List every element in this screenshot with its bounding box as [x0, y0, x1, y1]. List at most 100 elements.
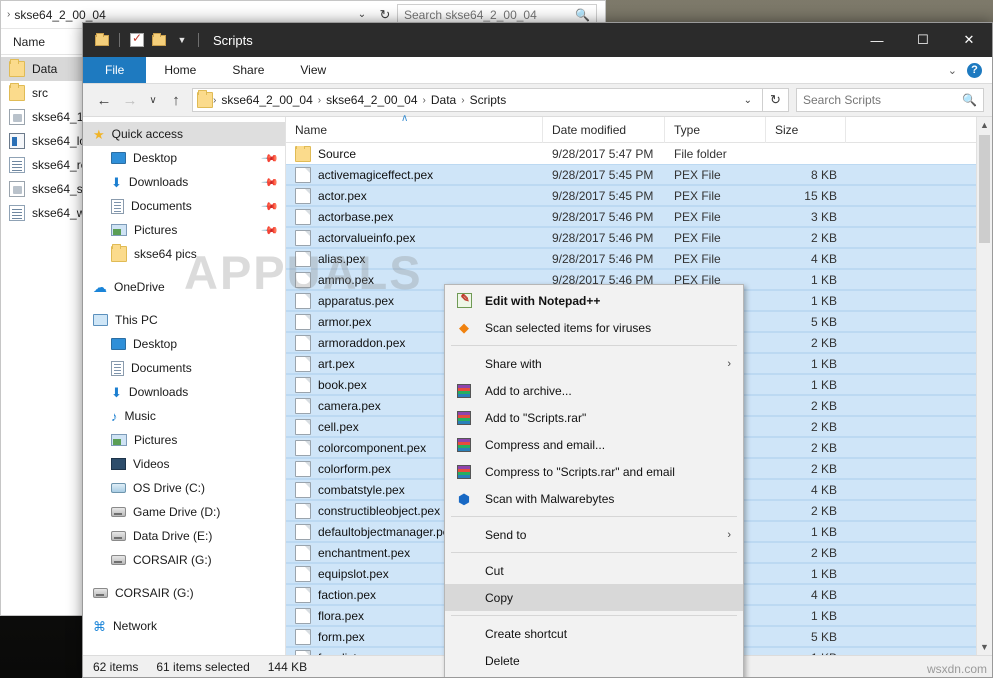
sidebar-item-music[interactable]: ♪ Music [83, 404, 285, 428]
sidebar-item-data-drive-e[interactable]: Data Drive (E:) [83, 524, 285, 548]
pin-icon[interactable]: 📌 [261, 197, 280, 215]
help-icon[interactable]: ? [967, 62, 982, 78]
new-folder-icon[interactable] [148, 29, 170, 51]
sidebar-item-pictures[interactable]: Pictures 📌 [83, 218, 285, 242]
file-name-cell[interactable]: actorvalueinfo.pex [286, 229, 543, 246]
sidebar-item-documents[interactable]: Documents 📌 [83, 194, 285, 218]
title-bar[interactable]: ▼ Scripts — ☐ ✕ [83, 23, 992, 57]
address-dropdown-icon[interactable]: ⌄ [738, 95, 758, 106]
file-name-cell[interactable]: actorbase.pex [286, 208, 543, 225]
close-button[interactable]: ✕ [946, 23, 992, 57]
sidebar-item-videos[interactable]: Videos [83, 452, 285, 476]
background-address-dropdown-icon[interactable]: ⌄ [351, 9, 373, 20]
up-button[interactable]: ↑ [163, 87, 189, 113]
sidebar-item-documents[interactable]: Documents [83, 356, 285, 380]
column-header-type[interactable]: Type [665, 116, 766, 143]
tab-view[interactable]: View [282, 57, 344, 83]
menu-item-add-to-scripts-rar[interactable]: Add to "Scripts.rar" [445, 404, 743, 431]
vertical-scrollbar[interactable]: ▲ ▼ [976, 117, 992, 655]
breadcrumb-item[interactable]: Data [431, 93, 456, 107]
sidebar-item-downloads[interactable]: ⬇ Downloads [83, 380, 285, 404]
menu-item-compress-to-scripts-rar-and-email[interactable]: Compress to "Scripts.rar" and email [445, 458, 743, 485]
sidebar-item-downloads[interactable]: ⬇ Downloads 📌 [83, 170, 285, 194]
pin-icon[interactable]: 📌 [261, 149, 280, 167]
file-name-cell[interactable]: alias.pex [286, 250, 543, 267]
context-menu[interactable]: Edit with Notepad++ ◆ Scan selected items … [444, 284, 744, 677]
sidebar-item-os-drive-c[interactable]: OS Drive (C:) [83, 476, 285, 500]
table-row[interactable]: Source 9/28/2017 5:47 PM File folder [286, 143, 976, 164]
sidebar-item-quick-access[interactable]: ★ Quick access [83, 122, 285, 146]
table-row[interactable]: actorbase.pex 9/28/2017 5:46 PM PEX File 3 … [286, 206, 976, 227]
customize-caret-icon[interactable]: ▼ [170, 29, 192, 51]
quick-access-toolbar[interactable]: ▼ [83, 29, 205, 51]
menu-item-edit-with-notepad[interactable]: Edit with Notepad++ [445, 287, 743, 314]
back-button[interactable]: ← [91, 87, 117, 113]
sidebar-item-network[interactable]: ⌘ Network [83, 614, 285, 638]
table-row[interactable]: activemagiceffect.pex 9/28/2017 5:45 PM PE… [286, 164, 976, 185]
menu-item-cut[interactable]: Cut [445, 557, 743, 584]
tab-share[interactable]: Share [214, 57, 282, 83]
sidebar-item-desktop[interactable]: Desktop 📌 [83, 146, 285, 170]
navigation-pane[interactable]: ★ Quick access Desktop 📌 ⬇ Downloads 📌 Document… [83, 117, 286, 655]
menu-item-compress-and-email[interactable]: Compress and email... [445, 431, 743, 458]
breadcrumb-item[interactable]: skse64_2_00_04 [221, 93, 312, 107]
menu-item-delete[interactable]: Delete [445, 647, 743, 674]
table-row[interactable]: actorvalueinfo.pex 9/28/2017 5:46 PM PEX F… [286, 227, 976, 248]
file-name-cell[interactable]: activemagiceffect.pex [286, 166, 543, 183]
pin-icon[interactable]: 📌 [261, 173, 280, 191]
breadcrumb-item[interactable]: skse64_2_00_04 [14, 8, 105, 22]
breadcrumb[interactable]: › skse64_2_00_04 › skse64_2_00_04 › Data › Scri… [213, 93, 506, 107]
tab-file[interactable]: File [83, 57, 147, 83]
minimize-button[interactable]: — [854, 23, 900, 57]
menu-item-scan-selected-items-for-viruses[interactable]: ◆ Scan selected items for viruses [445, 314, 743, 341]
properties-icon[interactable] [126, 29, 148, 51]
background-refresh-icon[interactable]: ↻ [373, 7, 397, 23]
table-row[interactable]: alias.pex 9/28/2017 5:46 PM PEX File 4 KB [286, 248, 976, 269]
sidebar-item-desktop[interactable]: Desktop [83, 332, 285, 356]
menu-item-copy[interactable]: Copy [445, 584, 743, 611]
sidebar-item-corsair-g[interactable]: CORSAIR (G:) [83, 548, 285, 572]
scroll-up-button[interactable]: ▲ [977, 117, 993, 133]
ribbon-tab-bar[interactable]: File Home Share View ⌄ ? [83, 57, 992, 84]
file-name-cell[interactable]: actor.pex [286, 187, 543, 204]
sidebar-item-game-drive-d[interactable]: Game Drive (D:) [83, 500, 285, 524]
menu-item-scan-with-malwarebytes[interactable]: ⬢ Scan with Malwarebytes [445, 485, 743, 512]
column-header-size[interactable]: Size [766, 116, 846, 143]
explorer-window[interactable]: ▼ Scripts — ☐ ✕ FileHomeShareView ⌄ ? ← … [82, 22, 993, 678]
breadcrumb-item[interactable]: skse64_2_00_04 [326, 93, 417, 107]
breadcrumb-item[interactable]: Scripts [470, 93, 507, 107]
sidebar-item-skse64-pics[interactable]: skse64 pics [83, 242, 285, 266]
search-input[interactable]: Search Scripts [803, 93, 962, 107]
scrollbar-thumb[interactable] [979, 135, 990, 243]
column-header-row[interactable]: Name ∧ Date modified Type Size [286, 113, 976, 143]
menu-item-rename[interactable]: Rename [445, 674, 743, 677]
recent-locations-button[interactable]: ∨ [143, 87, 163, 113]
refresh-button[interactable]: ↻ [763, 88, 789, 112]
tab-home[interactable]: Home [146, 57, 214, 83]
window-controls[interactable]: — ☐ ✕ [854, 23, 992, 57]
menu-item-create-shortcut[interactable]: Create shortcut [445, 620, 743, 647]
sidebar-item-onedrive[interactable]: ☁ OneDrive [83, 275, 285, 299]
pin-icon[interactable]: 📌 [261, 221, 280, 239]
ribbon-right-controls[interactable]: ⌄ ? [948, 57, 992, 83]
menu-item-add-to-archive[interactable]: Add to archive... [445, 377, 743, 404]
column-header-name[interactable]: Name ∧ [286, 113, 543, 143]
search-box[interactable]: Search Scripts 🔍 [796, 88, 984, 112]
file-size-cell: 2 KB [810, 503, 837, 518]
sidebar-item-pictures[interactable]: Pictures [83, 428, 285, 452]
sidebar-item-corsair-g[interactable]: CORSAIR (G:) [83, 581, 285, 605]
file-size-cell: 2 KB [810, 545, 837, 560]
maximize-button[interactable]: ☐ [900, 23, 946, 57]
chevron-down-icon[interactable]: ⌄ [948, 64, 957, 77]
forward-button[interactable]: → [117, 87, 143, 113]
background-breadcrumb[interactable]: › skse64_2_00_04 [3, 8, 106, 22]
address-bar[interactable]: ← → ∨ ↑ › skse64_2_00_04 › skse64_2_00_04 › D… [83, 84, 992, 116]
table-row[interactable]: actor.pex 9/28/2017 5:45 PM PEX File 15 KB [286, 185, 976, 206]
column-header-date[interactable]: Date modified [543, 116, 665, 143]
menu-item-share-with[interactable]: Share with › [445, 350, 743, 377]
menu-item-send-to[interactable]: Send to › [445, 521, 743, 548]
file-name-cell[interactable]: Source [286, 145, 543, 162]
scroll-down-button[interactable]: ▼ [977, 639, 993, 655]
breadcrumb-bar[interactable]: › skse64_2_00_04 › skse64_2_00_04 › Data › Scri… [192, 88, 763, 112]
sidebar-item-this-pc[interactable]: This PC [83, 308, 285, 332]
